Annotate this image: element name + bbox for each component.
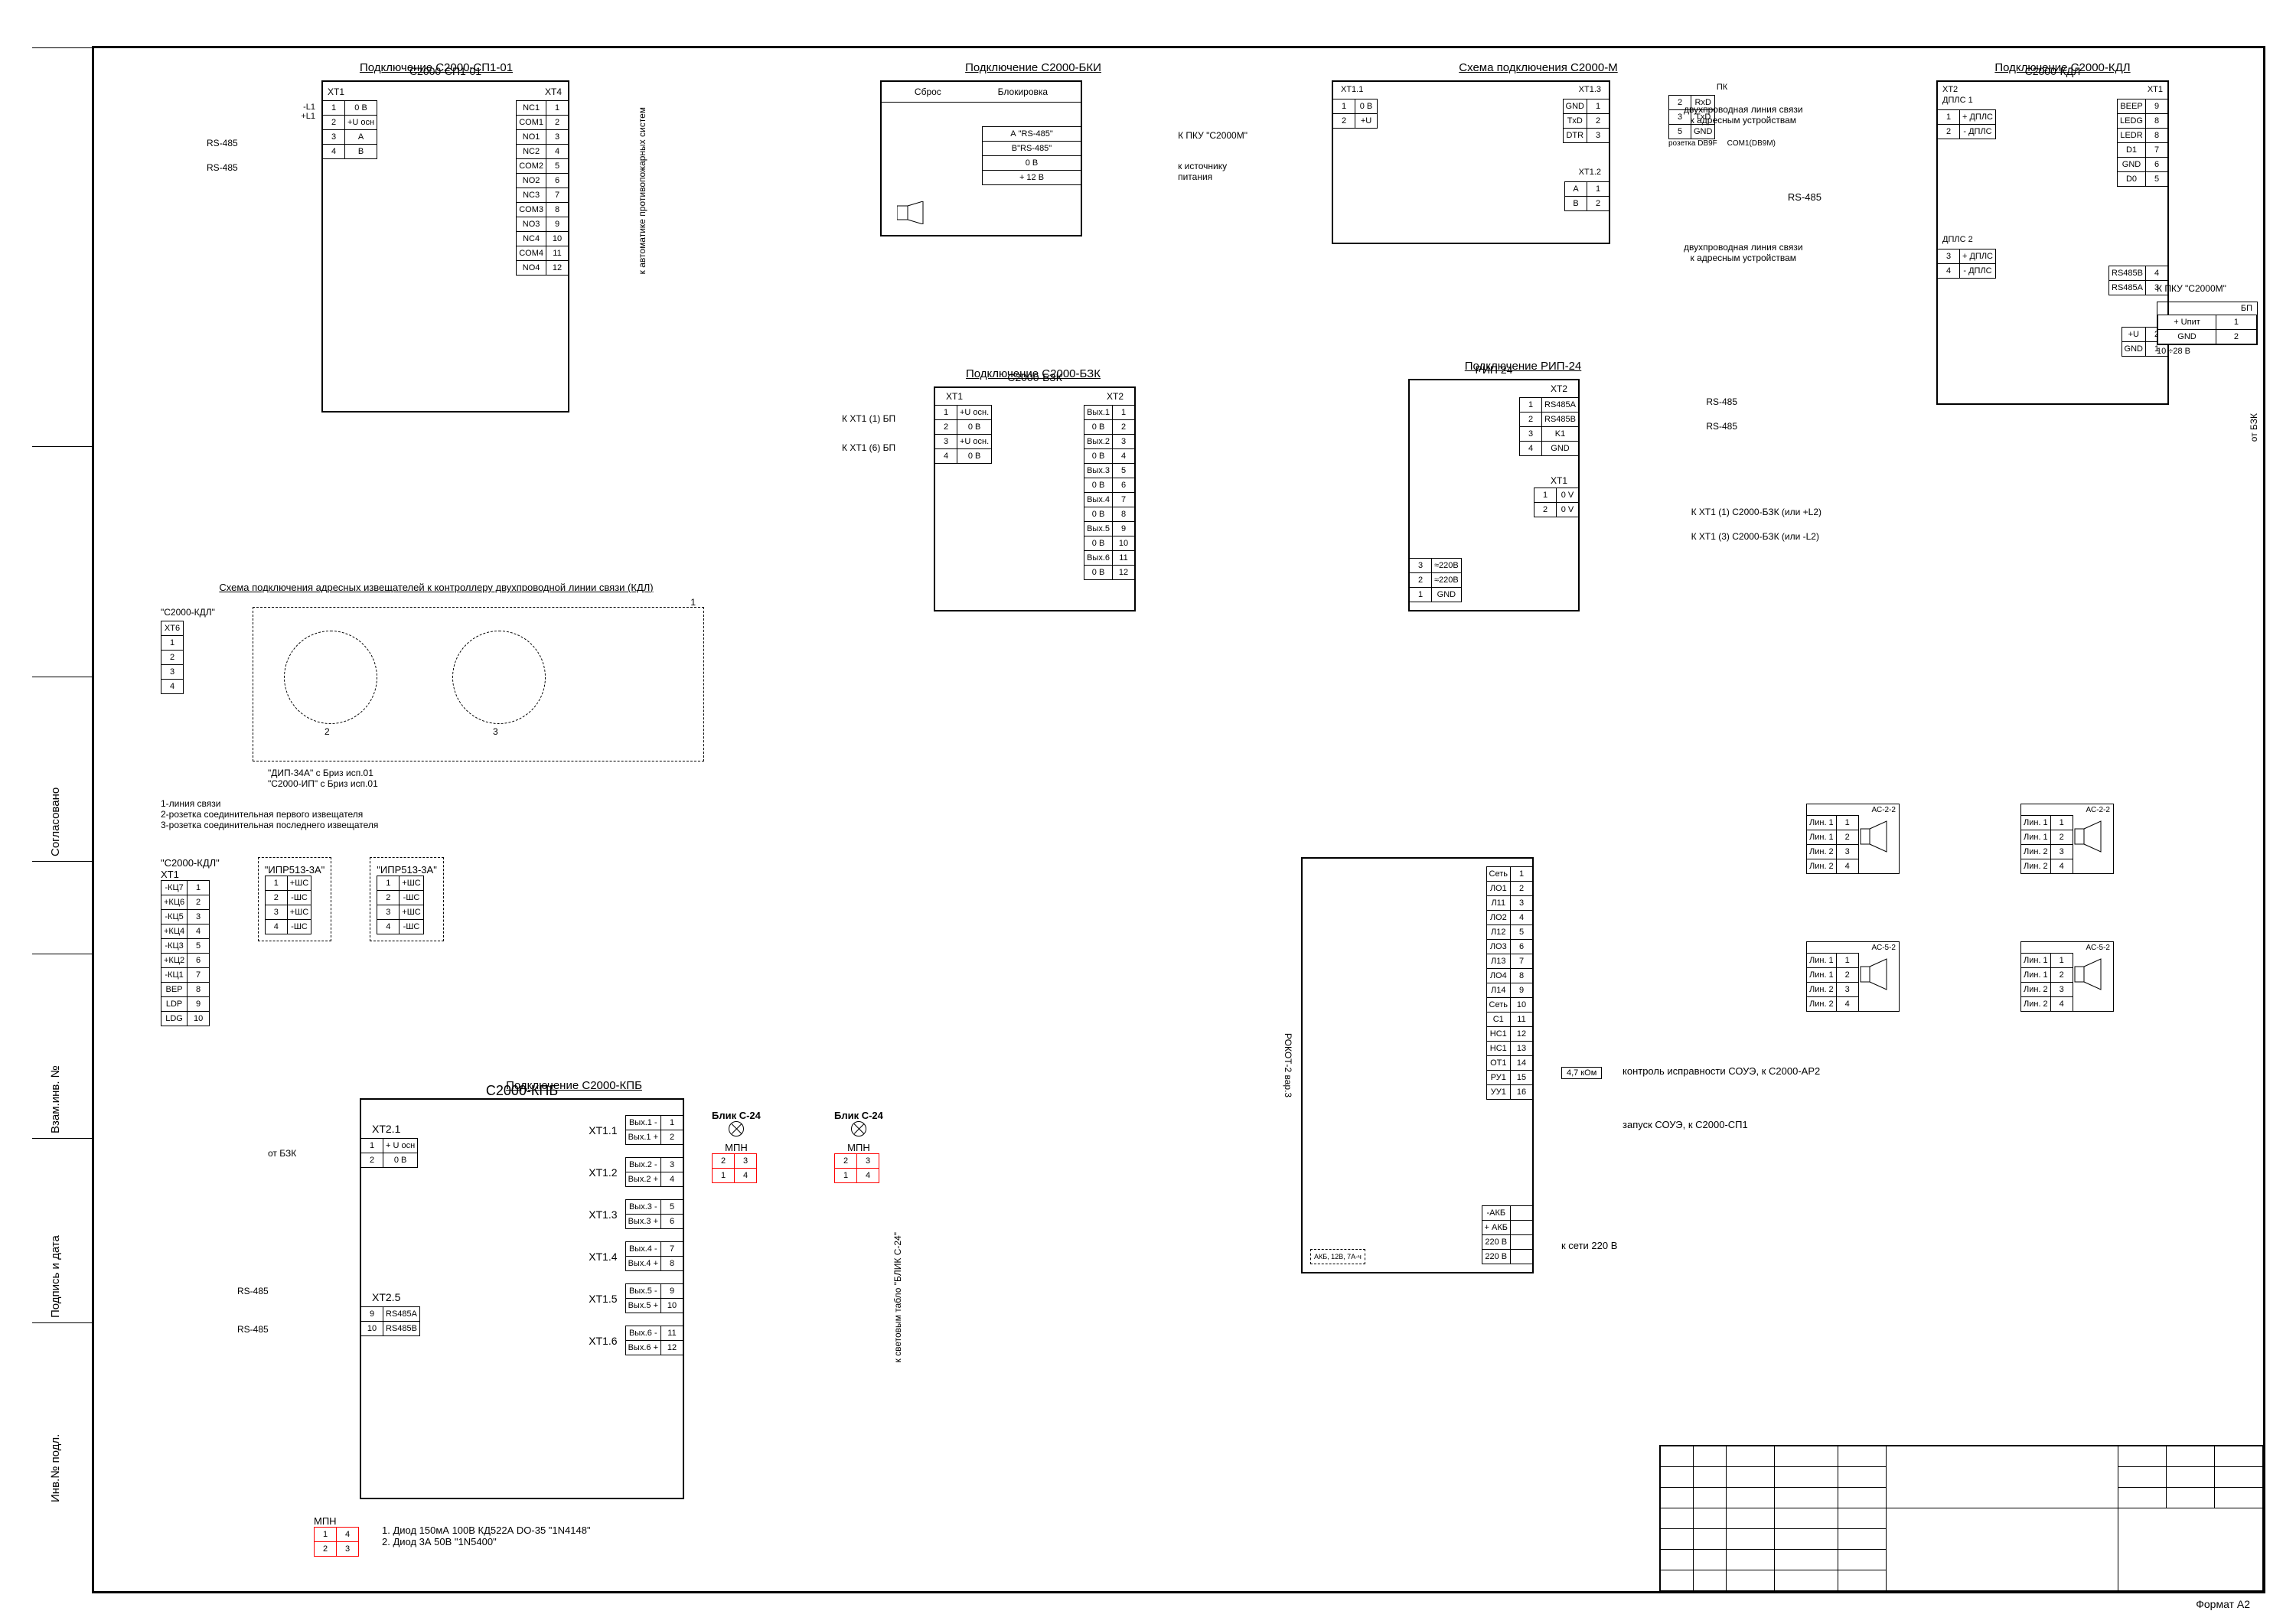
- lamp-icon: [851, 1121, 866, 1136]
- line-note: двухпроводная линия связи к адресным уст…: [1684, 104, 1803, 126]
- bki-terminals: А "RS-485"В"RS-485"0 В+ 12 В: [982, 126, 1081, 185]
- speaker-box: АС-5-2 Лин. 11Лин. 12Лин. 23Лин. 24: [1806, 941, 1900, 1012]
- side-label: Инв.№ подл.: [49, 1434, 62, 1502]
- format-label: Формат А2: [2196, 1598, 2250, 1610]
- block-ipr: "С2000-КДЛ" XT1 -КЦ71+КЦ62-КЦ53+КЦ44-КЦ3…: [161, 857, 712, 1026]
- side-label: Взам.инв. №: [49, 1065, 62, 1133]
- block-kpb: Подключение С2000-КПБ С2000-КПБ XT2.1 1+…: [268, 1079, 880, 1499]
- speaker-box: АС-5-2 Лин. 11Лин. 12Лин. 23Лин. 24: [2020, 941, 2114, 1012]
- right-note: к автоматике противопожарных систем: [637, 107, 647, 274]
- device-name: РИП 24: [1410, 364, 1578, 376]
- side-label: Подпись и дата: [49, 1235, 62, 1318]
- device-name: С2000-КДЛ: [1938, 65, 2167, 77]
- xt13: GND1TxD2DTR3: [1563, 99, 1609, 143]
- block-kdl: Подключение С2000-КДЛ С2000-КДЛ XT2 ДПЛС…: [1883, 61, 2242, 405]
- speaker-icon: [2073, 820, 2107, 853]
- section-title: Схема подключения адресных извещателей к…: [161, 582, 712, 593]
- block-rip: Подключение РИП-24 РИП 24 XT2 1RS485A2RS…: [1332, 360, 1714, 611]
- block-sp1: Подключение С2000-СП1-01 С2000-СП1-01 XT…: [253, 61, 620, 413]
- binding-margin: Согласовано Взам.инв. № Подпись и дата И…: [32, 47, 93, 1592]
- side-label: Согласовано: [49, 788, 62, 856]
- xt1-table: 10 В2+U осн3А4В: [322, 100, 377, 159]
- block-detectors: Схема подключения адресных извещателей к…: [161, 582, 712, 830]
- buzzer-icon: [897, 201, 928, 224]
- speaker-icon: [1859, 957, 1893, 991]
- speaker-box: АС-2-2 Лин. 11Лин. 12Лин. 23Лин. 24: [2020, 804, 2114, 874]
- speaker-icon: [1859, 820, 1893, 853]
- speaker-icon: [2073, 957, 2107, 991]
- title-block: [1659, 1445, 2264, 1592]
- device-name: С2000-СП1-01: [323, 65, 568, 77]
- block-s2000m: Схема подключения С2000-М XT1.1 10 В2+U …: [1301, 61, 1776, 244]
- section-title: Схема подключения С2000-М: [1301, 61, 1776, 74]
- device-name: С2000-БЗК: [935, 371, 1134, 383]
- lamp-icon: [729, 1121, 744, 1136]
- device-name: РОКОТ-2 вар.3: [1283, 1033, 1293, 1097]
- device-name: С2000-КПБ: [361, 1083, 683, 1099]
- xt12: A1B2: [1564, 181, 1609, 211]
- section-title: Подключение С2000-БКИ: [880, 61, 1186, 74]
- drawing-sheet: Согласовано Взам.инв. № Подпись и дата И…: [0, 0, 2296, 1624]
- block-rokot: РОКОТ-2 вар.3 Сеть1ЛО12Л113ЛО24Л125ЛО36Л…: [1301, 857, 1623, 1273]
- speaker-box: АС-2-2 Лин. 11Лин. 12Лин. 23Лин. 24: [1806, 804, 1900, 874]
- block-bki: Подключение С2000-БКИ Сброс Блокировка А…: [880, 61, 1186, 236]
- block-bzk: Подключение С2000-БЗК С2000-БЗК XT1 1+U …: [872, 367, 1194, 611]
- xt11: 10 В2+U: [1332, 99, 1378, 129]
- xt4-table: NC11COM12NO13NC24COM25NO26NC37COM38NO39N…: [516, 100, 569, 276]
